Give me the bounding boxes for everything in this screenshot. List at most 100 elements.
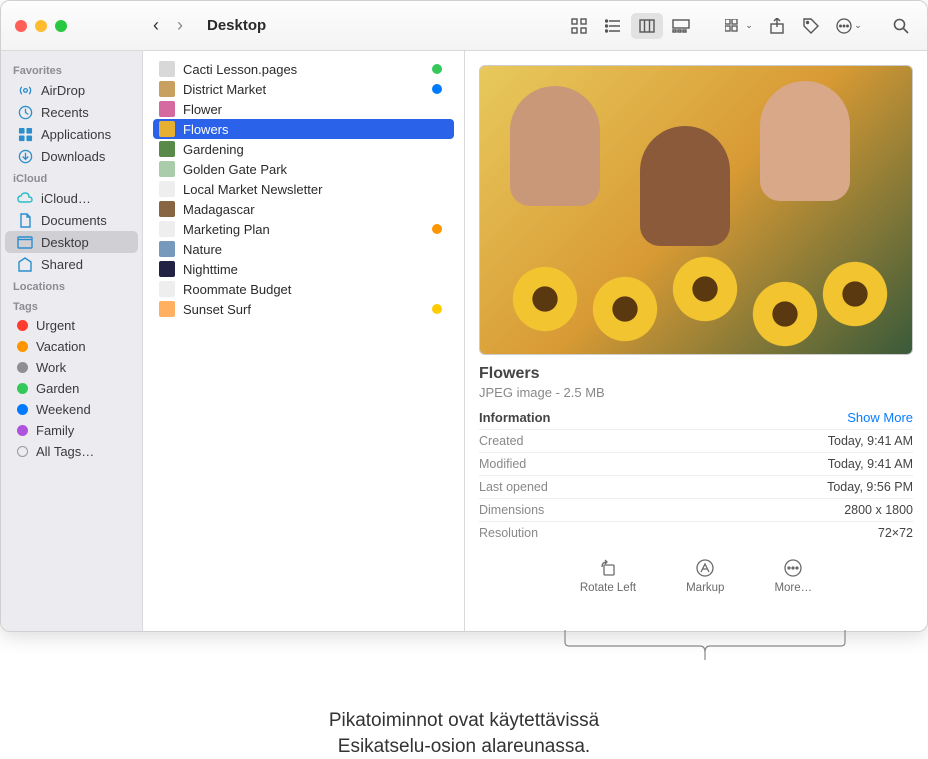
show-more-link[interactable]: Show More xyxy=(847,410,913,425)
back-button[interactable]: ‹ xyxy=(153,15,159,36)
share-button[interactable] xyxy=(761,13,793,39)
sidebar-item-weekend[interactable]: Weekend xyxy=(5,399,138,420)
rotate-icon xyxy=(598,558,618,578)
file-row[interactable]: District Market xyxy=(153,79,454,99)
sidebar-item-all-tags-[interactable]: All Tags… xyxy=(5,441,138,462)
file-name-label: Madagascar xyxy=(183,202,448,217)
sidebar-item-label: Applications xyxy=(41,127,111,142)
caption-text: Pikatoiminnot ovat käytettävissäEsikatse… xyxy=(0,708,928,759)
preview-title: Flowers xyxy=(479,365,913,383)
info-row: Resolution72×72 xyxy=(479,521,913,544)
file-tag-icon xyxy=(432,304,442,314)
search-button[interactable] xyxy=(885,13,917,39)
info-row: ModifiedToday, 9:41 AM xyxy=(479,452,913,475)
quick-action-more[interactable]: More… xyxy=(774,558,812,594)
info-key: Modified xyxy=(479,457,526,471)
forward-button[interactable]: › xyxy=(177,15,183,36)
sidebar-item-label: Vacation xyxy=(36,339,86,354)
file-name-label: Gardening xyxy=(183,142,448,157)
file-row[interactable]: Marketing Plan xyxy=(153,219,454,239)
more-toolbar-button[interactable]: ⌄ xyxy=(829,13,869,39)
preview-subtitle: JPEG image - 2.5 MB xyxy=(479,385,913,400)
sidebar-item-label: Downloads xyxy=(41,149,105,164)
tag-dot-icon xyxy=(17,341,28,352)
file-name-label: Cacti Lesson.pages xyxy=(183,62,424,77)
info-value: 2800 x 1800 xyxy=(844,503,913,517)
clock-icon xyxy=(17,104,33,120)
file-row[interactable]: Cacti Lesson.pages xyxy=(153,59,454,79)
sidebar-item-applications[interactable]: Applications xyxy=(5,123,138,145)
sidebar-item-urgent[interactable]: Urgent xyxy=(5,315,138,336)
tag-dot-icon xyxy=(17,404,28,415)
info-value: 72×72 xyxy=(878,526,913,540)
icon-view-button[interactable] xyxy=(563,13,595,39)
file-thumbnail-icon xyxy=(159,81,175,97)
file-row[interactable]: Golden Gate Park xyxy=(153,159,454,179)
sidebar-item-airdrop[interactable]: AirDrop xyxy=(5,79,138,101)
gallery-view-button[interactable] xyxy=(665,13,697,39)
action-label: More… xyxy=(774,582,812,594)
sidebar-item-label: Family xyxy=(36,423,74,438)
file-thumbnail-icon xyxy=(159,281,175,297)
sidebar-item-icloud-[interactable]: iCloud… xyxy=(5,187,138,209)
column-view-button[interactable] xyxy=(631,13,663,39)
cloud-icon xyxy=(17,190,33,206)
sidebar-item-label: Urgent xyxy=(36,318,75,333)
file-thumbnail-icon xyxy=(159,101,175,117)
file-thumbnail-icon xyxy=(159,301,175,317)
desktop-icon xyxy=(17,234,33,250)
close-button[interactable] xyxy=(15,20,27,32)
file-name-label: Flower xyxy=(183,102,448,117)
window-controls xyxy=(1,20,143,32)
file-row[interactable]: Nature xyxy=(153,239,454,259)
window-title: Desktop xyxy=(207,17,266,34)
sidebar-item-desktop[interactable]: Desktop xyxy=(5,231,138,253)
list-view-button[interactable] xyxy=(597,13,629,39)
info-row: Created Today, 9:41 AM xyxy=(479,429,913,452)
more-icon xyxy=(783,558,803,578)
sidebar-item-shared[interactable]: Shared xyxy=(5,253,138,275)
file-row[interactable]: Madagascar xyxy=(153,199,454,219)
file-name-label: District Market xyxy=(183,82,424,97)
quick-action-markup[interactable]: Markup xyxy=(686,558,724,594)
info-key: Created xyxy=(479,434,523,448)
file-row[interactable]: Nighttime xyxy=(153,259,454,279)
sidebar: FavoritesAirDropRecentsApplicationsDownl… xyxy=(1,51,143,631)
sidebar-item-label: Recents xyxy=(41,105,89,120)
titlebar: ‹ › Desktop ⌄ ⌄ xyxy=(1,1,927,51)
file-row[interactable]: Local Market Newsletter xyxy=(153,179,454,199)
sidebar-item-documents[interactable]: Documents xyxy=(5,209,138,231)
file-row[interactable]: Flower xyxy=(153,99,454,119)
zoom-button[interactable] xyxy=(55,20,67,32)
file-row[interactable]: Flowers xyxy=(153,119,454,139)
sidebar-item-label: All Tags… xyxy=(36,444,94,459)
action-label: Markup xyxy=(686,582,724,594)
tag-button[interactable] xyxy=(795,13,827,39)
content-area: FavoritesAirDropRecentsApplicationsDownl… xyxy=(1,51,927,631)
quick-action-rotate[interactable]: Rotate Left xyxy=(580,558,636,594)
quick-actions: Rotate Left Markup More… xyxy=(479,558,913,594)
file-name-label: Local Market Newsletter xyxy=(183,182,448,197)
sidebar-item-work[interactable]: Work xyxy=(5,357,138,378)
sidebar-item-label: AirDrop xyxy=(41,83,85,98)
action-label: Rotate Left xyxy=(580,582,636,594)
info-value: Today, 9:41 AM xyxy=(828,434,913,448)
file-thumbnail-icon xyxy=(159,121,175,137)
minimize-button[interactable] xyxy=(35,20,47,32)
sidebar-item-label: Garden xyxy=(36,381,79,396)
group-button[interactable]: ⌄ xyxy=(719,13,759,39)
file-row[interactable]: Roommate Budget xyxy=(153,279,454,299)
info-key: Dimensions xyxy=(479,503,544,517)
sidebar-item-vacation[interactable]: Vacation xyxy=(5,336,138,357)
sidebar-item-family[interactable]: Family xyxy=(5,420,138,441)
info-row: Dimensions 2800 x 1800 xyxy=(479,498,913,521)
tag-dot-icon xyxy=(17,362,28,373)
sidebar-item-label: Shared xyxy=(41,257,83,272)
sidebar-item-label: Weekend xyxy=(36,402,91,417)
file-row[interactable]: Sunset Surf xyxy=(153,299,454,319)
file-row[interactable]: Gardening xyxy=(153,139,454,159)
sidebar-item-downloads[interactable]: Downloads xyxy=(5,145,138,167)
airdrop-icon xyxy=(17,82,33,98)
sidebar-item-garden[interactable]: Garden xyxy=(5,378,138,399)
sidebar-item-recents[interactable]: Recents xyxy=(5,101,138,123)
